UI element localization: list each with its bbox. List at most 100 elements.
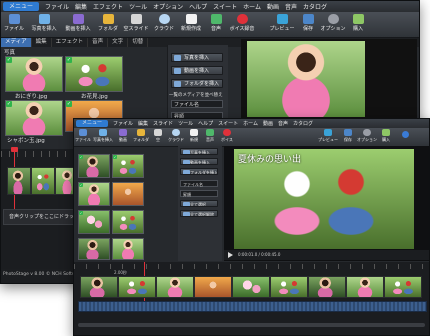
menu-audio[interactable]: 音声 [285, 2, 297, 11]
menu-catalog[interactable]: カタログ [303, 2, 327, 11]
add-video-button[interactable]: 動画を挿入 [171, 66, 223, 75]
tb-record[interactable]: ボイス [218, 128, 236, 143]
order-select[interactable]: 昇順 [180, 190, 218, 197]
timeline-scrollbar[interactable] [78, 323, 425, 327]
tb-record[interactable]: ボイス録音 [227, 12, 257, 32]
menu-suite[interactable]: スイート [218, 120, 238, 127]
gear-icon [363, 129, 371, 136]
tb-add-photo[interactable]: 写真を挿入 [27, 12, 61, 32]
tb-file[interactable]: ファイル [1, 12, 27, 32]
tab-effect[interactable]: エフェクト [52, 38, 89, 47]
new-icon [190, 129, 198, 136]
tb-blank[interactable]: 空 [150, 128, 166, 143]
media-thumb-6[interactable] [112, 210, 144, 234]
menu-help[interactable]: ヘルプ [198, 120, 213, 127]
sort-select[interactable]: ファイル名 [171, 100, 223, 108]
add-folder-button[interactable]: フォルダを挿入 [171, 79, 223, 88]
tb-add-video[interactable]: 動画を挿入 [61, 12, 95, 32]
play-icon[interactable] [228, 252, 233, 258]
tb-cloud[interactable]: クラウド [151, 12, 177, 32]
menu-button[interactable]: メニュー [3, 2, 40, 11]
tb-options-label: オプション [320, 26, 346, 32]
media-thumb-3[interactable] [5, 100, 63, 136]
timeline-ruler [74, 264, 429, 269]
menu-audio[interactable]: 音声 [278, 120, 288, 127]
menu-file[interactable]: ファイル [113, 120, 133, 127]
tb-folder[interactable]: フォルダ [132, 128, 150, 143]
tb-options[interactable]: オプション [356, 128, 378, 143]
timeline-clip-6[interactable] [270, 276, 308, 298]
tb-audio[interactable]: 音声 [202, 128, 218, 143]
tb-buy[interactable]: 購入 [378, 128, 394, 143]
menu-suite[interactable]: スイート [213, 2, 237, 11]
menu-home[interactable]: ホーム [243, 120, 258, 127]
add-video-button[interactable]: 動画を挿入 [180, 158, 218, 165]
timeline-clip-1[interactable] [80, 276, 118, 298]
tb-file[interactable]: ファイル [74, 128, 92, 143]
add-folder-button[interactable]: フォルダを挿入 [180, 168, 218, 175]
tab-audio[interactable]: 音声 [88, 38, 109, 47]
deselect-all-button[interactable]: 全て選択解除 [180, 210, 218, 217]
tb-new[interactable]: 新規作成 [177, 12, 205, 32]
menu-effect[interactable]: エフェクト [93, 2, 123, 11]
media-thumb-1[interactable] [5, 56, 63, 92]
tab-edit[interactable]: 編集 [32, 38, 52, 47]
menu-video[interactable]: 動画 [263, 120, 273, 127]
photo-icon [99, 129, 107, 136]
tab-media[interactable]: メディア [1, 38, 32, 47]
back-timeline-clip-1[interactable] [7, 167, 31, 195]
menu-button[interactable]: メニュー [76, 120, 109, 127]
tb-add-photo-label: 写真を挿入 [93, 137, 113, 142]
menu-catalog[interactable]: カタログ [293, 120, 313, 127]
menu-edit[interactable]: 編集 [138, 120, 148, 127]
media-thumb-2[interactable] [65, 56, 123, 92]
menu-help[interactable]: ヘルプ [189, 2, 207, 11]
tb-add-video[interactable]: 動画 [114, 128, 132, 143]
tb-cloud[interactable]: クラウド [166, 128, 186, 143]
menu-video[interactable]: 動画 [267, 2, 279, 11]
cart-icon [382, 129, 390, 136]
menu-home[interactable]: ホーム [243, 2, 261, 11]
select-all-button[interactable]: 全て選択 [180, 200, 218, 207]
back-timeline-clip-2[interactable] [31, 167, 55, 195]
timeline-clip-3[interactable] [156, 276, 194, 298]
tb-preview[interactable]: プレビュー [316, 128, 340, 143]
tb-options[interactable]: オプション [319, 12, 347, 32]
tab-text[interactable]: 文字 [108, 38, 129, 47]
timeline-clip-8[interactable] [346, 276, 384, 298]
tb-add-photo[interactable]: 写真を挿入 [92, 128, 114, 143]
tb-save[interactable]: 保存 [297, 12, 319, 32]
tb-new[interactable]: 新規 [186, 128, 202, 143]
media-thumb-7[interactable] [78, 238, 110, 260]
tb-buy[interactable]: 購入 [347, 12, 369, 32]
timeline-clip-5[interactable] [232, 276, 270, 298]
tb-buy-label: 購入 [382, 137, 390, 142]
timeline-clip-4[interactable] [194, 276, 232, 298]
add-photo-button[interactable]: 写真を挿入 [171, 53, 223, 62]
tb-audio[interactable]: 音声 [205, 12, 227, 32]
menu-tools[interactable]: ツール [178, 120, 193, 127]
audio-track[interactable] [78, 301, 427, 312]
timeline-clip-9[interactable] [384, 276, 422, 298]
help-icon[interactable] [400, 128, 410, 141]
tb-folder[interactable]: フォルダ [95, 12, 121, 32]
menu-slide[interactable]: スライド [153, 120, 173, 127]
back-preview-image [247, 41, 365, 117]
tb-blank-slide[interactable]: 空スライド [121, 12, 151, 32]
tab-transition[interactable]: 切替 [128, 38, 149, 47]
media-thumb-8[interactable] [112, 238, 144, 260]
playhead-handle[interactable] [11, 147, 18, 152]
add-photo-button[interactable]: 写真を挿入 [180, 148, 218, 155]
media-caption-1: おにぎり.jpg [15, 94, 48, 100]
timeline-clip-2[interactable] [118, 276, 156, 298]
save-icon [344, 129, 352, 136]
sort-select[interactable]: ファイル名 [180, 180, 218, 187]
timeline-clip-7[interactable] [308, 276, 346, 298]
tb-preview[interactable]: プレビュー [267, 12, 297, 32]
tb-save[interactable]: 保存 [340, 128, 356, 143]
menu-tools[interactable]: ツール [129, 2, 147, 11]
media-thumb-4[interactable] [112, 182, 144, 206]
menu-edit[interactable]: 編集 [75, 2, 87, 11]
menu-file[interactable]: ファイル [45, 2, 69, 11]
menu-options[interactable]: オプション [153, 2, 183, 11]
